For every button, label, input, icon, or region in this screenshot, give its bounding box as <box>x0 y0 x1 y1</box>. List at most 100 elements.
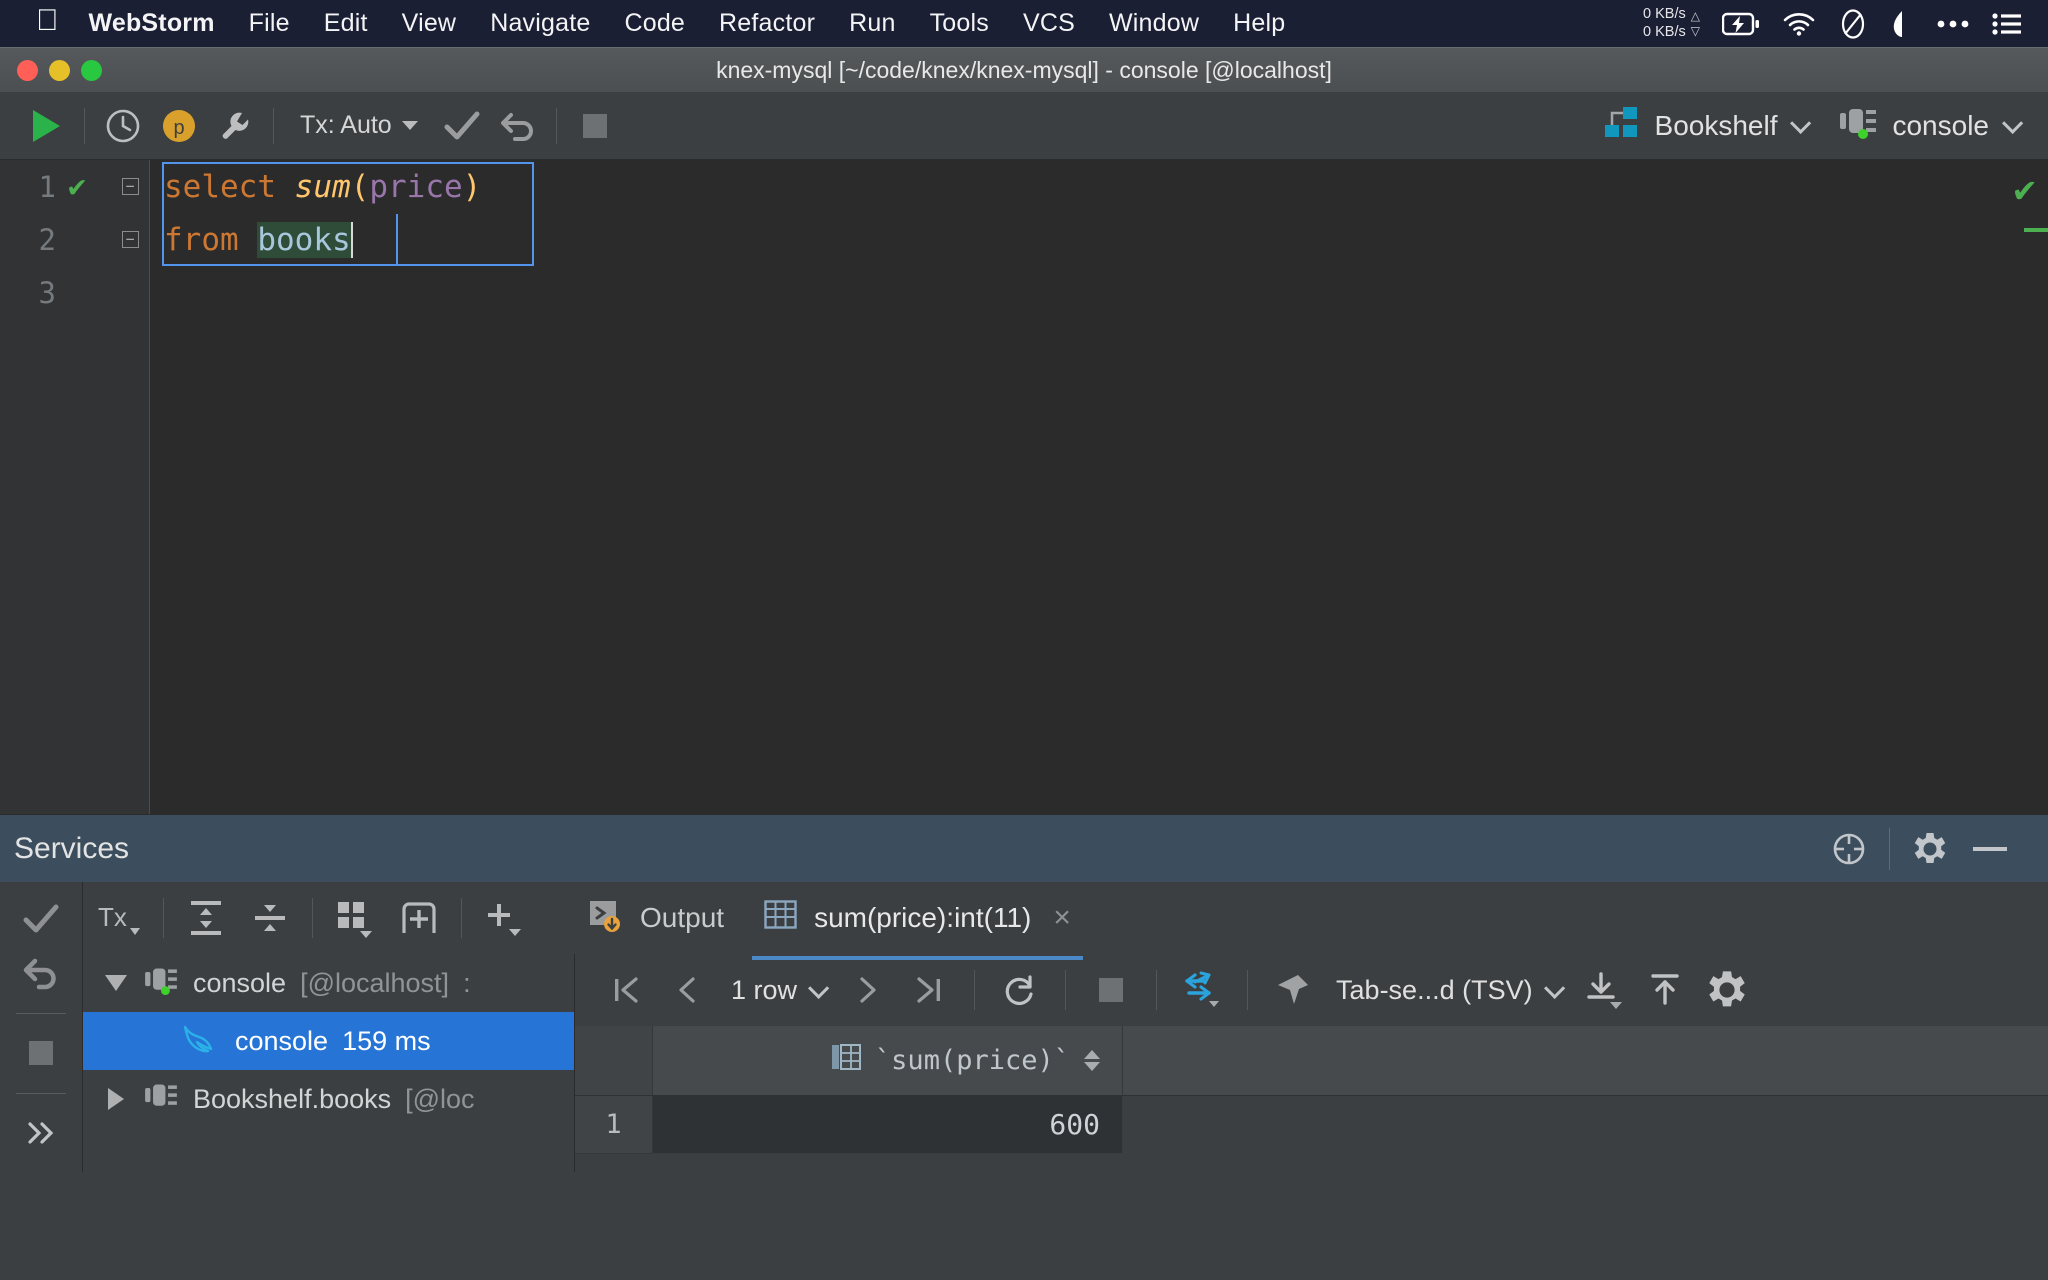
chevron-down-icon <box>808 977 830 999</box>
result-grid[interactable]: `sum(price)` 1 600 <box>575 1026 2048 1172</box>
tab-result-sum-price[interactable]: sum(price):int(11) × <box>752 893 1083 960</box>
menu-bar-status-items: 0 KB/s 0 KB/s △ ▽ <box>1643 6 2022 41</box>
profile-badge-icon[interactable]: p <box>151 98 207 154</box>
zoom-button[interactable] <box>81 59 102 81</box>
services-main: Tx Output sum(price):int(11) × console [… <box>83 882 2048 1172</box>
battery-charging-icon[interactable] <box>1722 12 1760 36</box>
stop-square-icon[interactable] <box>567 98 623 154</box>
collapse-all-icon[interactable] <box>238 886 302 950</box>
group-by-icon[interactable] <box>323 886 387 950</box>
menu-item-navigate[interactable]: Navigate <box>473 9 607 38</box>
menu-item-app-name[interactable]: WebStorm <box>89 9 232 38</box>
menu-item-run[interactable]: Run <box>832 9 912 38</box>
text-caret <box>350 221 353 258</box>
refresh-icon[interactable] <box>991 961 1049 1019</box>
hide-panel-icon[interactable] <box>1960 819 2020 879</box>
tree-item-console-run[interactable]: console 159 ms <box>83 1012 574 1070</box>
schema-selector[interactable]: Bookshelf <box>1587 105 1823 146</box>
services-tree[interactable]: console [@localhost] : console 159 ms Bo… <box>83 954 575 1172</box>
fold-handle[interactable]: − <box>117 231 143 248</box>
menu-item-help[interactable]: Help <box>1216 9 1302 38</box>
menu-item-window[interactable]: Window <box>1092 9 1216 38</box>
stop-square-icon[interactable] <box>10 1026 72 1081</box>
transpose-arrows-icon[interactable] <box>1173 961 1231 1019</box>
commit-check-icon[interactable] <box>10 892 72 947</box>
grid-column-header[interactable]: `sum(price)` <box>653 1026 1123 1095</box>
fold-handle[interactable]: − <box>117 178 143 195</box>
wifi-icon[interactable] <box>1782 12 1816 36</box>
control-center-icon[interactable] <box>1992 12 2022 36</box>
tree-item-suffix: [@loc <box>405 1083 475 1114</box>
chevron-down-icon <box>2002 112 2024 134</box>
row-number: 1 <box>575 1096 653 1154</box>
next-page-icon[interactable] <box>838 961 896 1019</box>
network-speed-indicator[interactable]: 0 KB/s 0 KB/s △ ▽ <box>1643 6 1700 41</box>
grid-header-row: `sum(price)` <box>575 1026 2048 1096</box>
session-selector[interactable]: console <box>1822 105 2034 146</box>
menu-item-edit[interactable]: Edit <box>307 9 385 38</box>
rollback-arrow-icon[interactable] <box>10 947 72 1002</box>
table-row[interactable]: 1 600 <box>575 1096 2048 1154</box>
tab-output[interactable]: Output <box>576 891 736 946</box>
network-arrows-icon: △ ▽ <box>1690 8 1700 38</box>
toolbar-divider-3 <box>1156 970 1158 1010</box>
rollback-arrow-icon[interactable] <box>490 98 546 154</box>
menu-item-file[interactable]: File <box>232 9 307 38</box>
chevron-down-icon <box>1543 977 1565 999</box>
chevron-down-icon[interactable] <box>103 975 129 991</box>
close-icon[interactable]: × <box>1053 901 1071 935</box>
window-title-bar: knex-mysql [~/code/knex/knex-mysql] - co… <box>0 47 2048 92</box>
inspection-ok-check-icon: ✔ <box>2011 173 2038 209</box>
grid-column-label: `sum(price)` <box>874 1045 1070 1076</box>
prev-page-icon[interactable] <box>659 961 717 1019</box>
sort-arrows-icon[interactable] <box>1084 1050 1100 1071</box>
row-count-selector[interactable]: 1 row <box>721 975 834 1006</box>
menu-item-view[interactable]: View <box>385 9 474 38</box>
menu-item-tools[interactable]: Tools <box>913 9 1006 38</box>
add-dropdown-icon[interactable] <box>472 886 536 950</box>
history-clock-icon[interactable] <box>95 98 151 154</box>
tree-item-bookshelf-books[interactable]: Bookshelf.books [@loc <box>83 1070 574 1128</box>
expand-chevrons-icon[interactable] <box>10 1105 72 1160</box>
menu-item-refactor[interactable]: Refactor <box>702 9 832 38</box>
session-name-label: console <box>1892 109 1989 141</box>
chevron-right-icon[interactable] <box>103 1088 129 1110</box>
wrench-icon[interactable] <box>207 98 263 154</box>
settings-gear-icon[interactable] <box>1698 961 1756 1019</box>
grid-cell-sum-price[interactable]: 600 <box>653 1096 1123 1154</box>
code-line-1[interactable]: select sum(price) <box>150 160 2048 213</box>
code-line-2[interactable]: from books <box>150 213 2048 266</box>
expand-all-icon[interactable] <box>174 886 238 950</box>
shape-icon[interactable] <box>1890 10 1914 38</box>
do-not-disturb-icon[interactable] <box>1838 8 1868 39</box>
tree-item-console-session[interactable]: console [@localhost] : <box>83 954 574 1012</box>
transaction-mode-selector[interactable]: Tx: Auto <box>284 111 434 140</box>
editor-marker-stripe[interactable]: ✔ <box>2011 160 2048 814</box>
toolbar-divider <box>974 970 976 1010</box>
close-button[interactable] <box>17 59 38 81</box>
code-area[interactable]: select sum(price) from books <box>150 160 2048 814</box>
last-page-icon[interactable] <box>900 961 958 1019</box>
first-page-icon[interactable] <box>597 961 655 1019</box>
tx-dropdown-icon[interactable]: Tx <box>89 886 153 950</box>
menu-item-vcs[interactable]: VCS <box>1006 9 1092 38</box>
ellipsis-icon[interactable] <box>1936 19 1970 29</box>
add-frame-icon[interactable] <box>387 886 451 950</box>
sql-keyword-select: select <box>164 168 276 205</box>
run-play-icon[interactable] <box>18 98 74 154</box>
menu-item-code[interactable]: Code <box>607 9 702 38</box>
window-title: knex-mysql [~/code/knex/knex-mysql] - co… <box>716 56 1332 83</box>
marker-stripe-line <box>2024 228 2048 232</box>
minimize-button[interactable] <box>49 59 70 81</box>
pin-icon[interactable] <box>1264 961 1322 1019</box>
commit-check-icon[interactable] <box>434 98 490 154</box>
export-download-icon[interactable] <box>1574 961 1632 1019</box>
stop-square-icon[interactable] <box>1082 961 1140 1019</box>
sql-editor[interactable]: 1 ✔ − 2 − 3 select sum(price) from books <box>0 160 2048 814</box>
output-format-selector[interactable]: Tab-se...d (TSV) <box>1326 975 1570 1006</box>
toolbar-divider-3 <box>555 107 557 144</box>
apple-logo-icon[interactable]:  <box>36 6 59 36</box>
settings-gear-icon[interactable] <box>1900 819 1960 879</box>
import-upload-icon[interactable] <box>1636 961 1694 1019</box>
add-service-icon[interactable] <box>1819 819 1879 879</box>
